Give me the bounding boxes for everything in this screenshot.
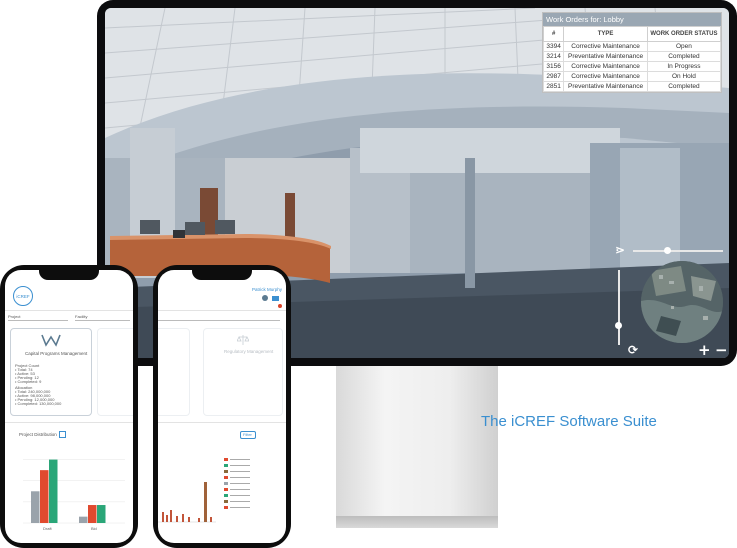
monitor-stand-base: [336, 516, 498, 528]
filter-button-label: Filter: [243, 432, 252, 437]
card-title: Capital Programs Management: [25, 351, 88, 356]
table-row[interactable]: 3156 Corrective Maintenance In Progress: [542, 61, 722, 72]
user-name[interactable]: Patrick Murphy: [252, 287, 282, 292]
faded-card: [97, 328, 133, 416]
phone-left: iCREF Project Facility Capital Programs …: [0, 265, 138, 548]
card-title: Regulatory Management: [224, 349, 274, 354]
regulatory-card[interactable]: Regulatory Management: [203, 328, 283, 416]
work-order-type: Preventative Maintenance: [563, 81, 648, 92]
phone-left-screen: iCREF Project Facility Capital Programs …: [5, 270, 133, 543]
capital-programs-icon: [41, 334, 61, 347]
chart-bar: [40, 470, 49, 523]
rotate-icon[interactable]: ⟳: [628, 343, 638, 357]
capital-programs-card[interactable]: Capital Programs Management Project Coun…: [10, 328, 92, 416]
chart-bar: [97, 505, 106, 523]
horizontal-slider[interactable]: [633, 250, 723, 252]
work-order-number: 3394: [542, 41, 565, 52]
work-orders-panel: Work Orders for: Lobby # TYPE WORK ORDER…: [542, 12, 722, 93]
work-order-status: On Hold: [646, 71, 722, 82]
table-row[interactable]: 3214 Preventative Maintenance Completed: [542, 51, 722, 62]
work-order-number: 3214: [542, 51, 565, 62]
home-icon[interactable]: [272, 296, 279, 301]
table-row[interactable]: 3394 Corrective Maintenance Open: [542, 41, 722, 52]
card-line: • Completed: 9: [15, 379, 42, 384]
chart-bar: [88, 505, 97, 523]
work-order-status: Completed: [646, 81, 722, 92]
alert-icon[interactable]: [278, 304, 282, 308]
chart-category-label: Bid: [91, 526, 97, 531]
work-order-type: Preventative Maintenance: [563, 51, 648, 62]
distribution-bar-chart: [158, 482, 216, 523]
zoom-in-button[interactable]: +: [698, 341, 711, 359]
chart-legend: [224, 458, 264, 518]
table-row[interactable]: 2987 Corrective Maintenance On Hold: [542, 71, 722, 82]
section-title: Project Distribution: [19, 432, 57, 437]
work-order-type: Corrective Maintenance: [563, 41, 648, 52]
filter-button[interactable]: Filter: [240, 431, 256, 439]
arrow-icon[interactable]: ⋗: [615, 243, 625, 257]
horizontal-slider-handle[interactable]: [664, 247, 671, 254]
monitor-stand: [336, 366, 498, 528]
card-line: • Completed: 130,000,000: [15, 401, 62, 406]
work-order-number: 3156: [542, 61, 565, 72]
column-header-type: TYPE: [563, 26, 648, 42]
user-avatar-icon[interactable]: [262, 295, 268, 301]
column-header-status: WORK ORDER STATUS: [646, 26, 722, 42]
chart-bar: [49, 459, 58, 523]
work-order-number: 2851: [542, 81, 565, 92]
work-order-type: Corrective Maintenance: [563, 71, 648, 82]
work-order-status: Completed: [646, 51, 722, 62]
phone-notch: [192, 270, 252, 280]
work-order-status: Open: [646, 41, 722, 52]
table-row[interactable]: 2851 Preventative Maintenance Completed: [542, 81, 722, 92]
project-distribution-chart: Draft Bid: [23, 459, 125, 531]
work-order-type: Corrective Maintenance: [563, 61, 648, 72]
chart-toggle-icon[interactable]: [59, 431, 66, 438]
vertical-slider[interactable]: [618, 270, 620, 345]
phone-notch: [39, 270, 99, 280]
logo-text: iCREF: [16, 293, 30, 299]
filter-label-project: Project: [8, 314, 21, 319]
phone-right-screen: Patrick Murphy Regulatory Management Fil…: [158, 270, 286, 543]
work-order-status: In Progress: [646, 61, 722, 72]
work-orders-title: Work Orders for: Lobby: [543, 13, 721, 26]
filter-label-facility: Facility: [75, 314, 88, 319]
faded-card: [158, 328, 190, 416]
tagline: The iCREF Software Suite: [481, 413, 657, 430]
app-logo: iCREF: [13, 286, 33, 306]
chart-bar: [79, 516, 88, 523]
chart-bar: [31, 491, 40, 523]
work-order-number: 2987: [542, 71, 565, 82]
minimap-aerial-image: [641, 261, 723, 343]
zoom-out-button[interactable]: −: [715, 341, 728, 359]
work-orders-table: # TYPE WORK ORDER STATUS 3394 Corrective…: [542, 26, 722, 92]
minimap[interactable]: [641, 261, 723, 343]
phone-right: Patrick Murphy Regulatory Management Fil…: [153, 265, 291, 548]
balance-scale-icon: [237, 335, 249, 345]
vertical-slider-handle[interactable]: [615, 322, 622, 329]
column-header-number: #: [542, 26, 565, 42]
chart-category-label: Draft: [43, 526, 53, 531]
